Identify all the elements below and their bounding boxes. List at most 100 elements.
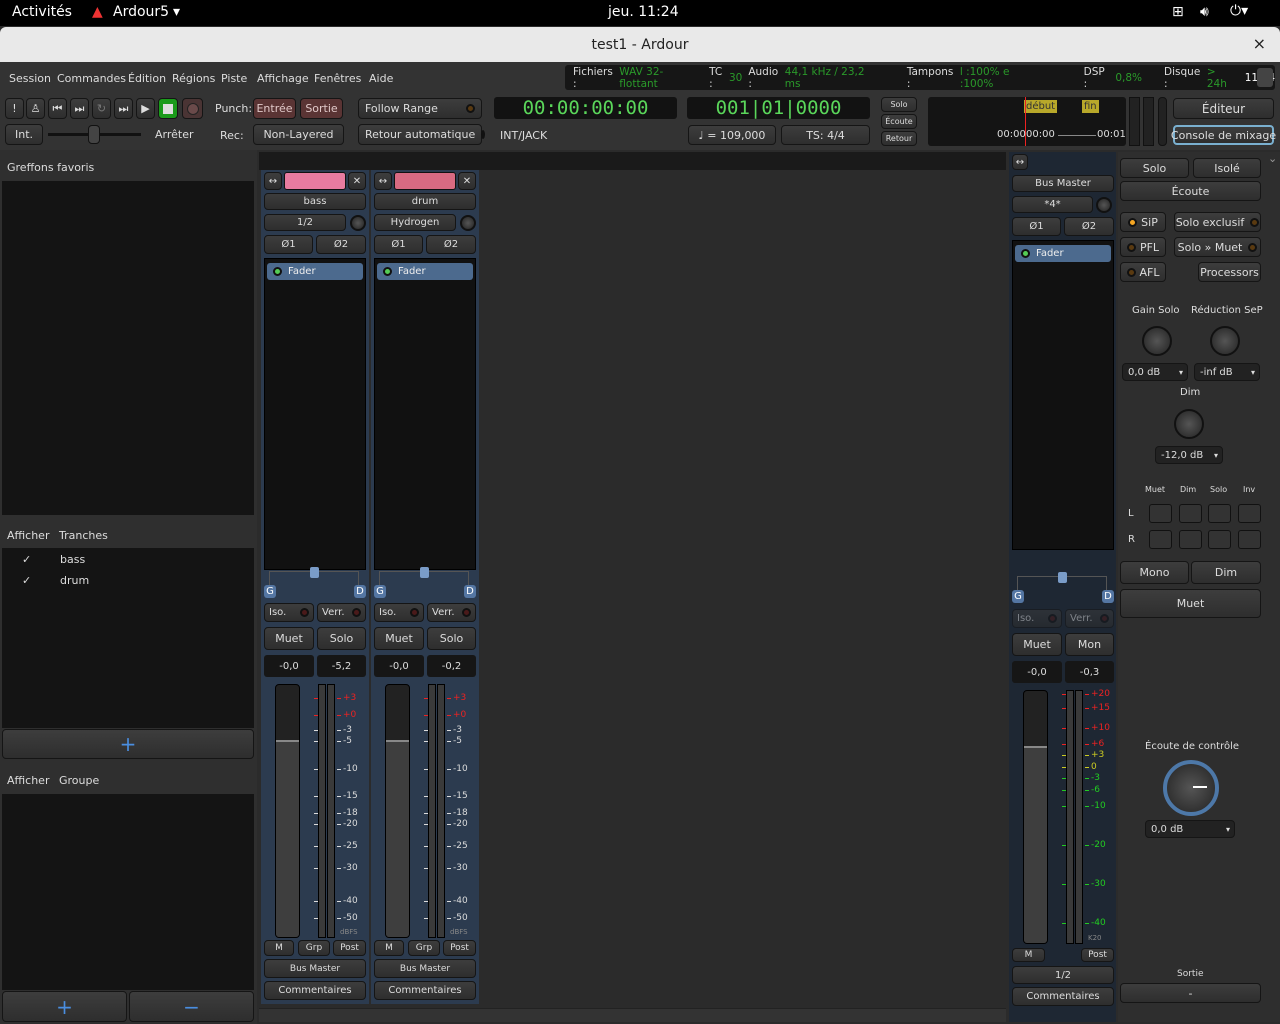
phase-invert-1[interactable]: Ø1 <box>374 235 423 254</box>
comments-button[interactable]: Commentaires <box>374 981 476 1000</box>
feedback-indicator[interactable]: Retour <box>881 131 917 146</box>
processor-fader[interactable]: Fader <box>1015 245 1111 262</box>
solo-isolate-button[interactable]: Iso. <box>264 603 314 622</box>
solo-gain-dropdown[interactable]: 0,0 dB ▾ <box>1122 363 1188 381</box>
gain-entry[interactable]: -0,0 <box>264 655 314 677</box>
dim-button[interactable]: Dim <box>1191 561 1261 584</box>
punch-in-button[interactable]: Entrée <box>253 98 296 119</box>
phase-invert-2[interactable]: Ø2 <box>1064 217 1114 236</box>
monitor-output-button[interactable]: - <box>1120 983 1261 1003</box>
strip-name-button[interactable]: bass <box>264 193 366 210</box>
right-dim-toggle[interactable] <box>1179 530 1202 549</box>
meter-point-m[interactable]: M <box>264 940 294 956</box>
editor-button[interactable]: Éditeur <box>1173 98 1274 119</box>
comments-button[interactable]: Commentaires <box>264 981 366 1000</box>
goto-end-button[interactable]: ⏭ <box>70 98 89 119</box>
metronome-icon[interactable]: ♙ <box>26 98 45 119</box>
menu-help[interactable]: Aide <box>369 72 393 85</box>
processors-button[interactable]: Processors <box>1198 262 1261 282</box>
primary-clock[interactable]: 00:00:00:00 <box>494 97 677 119</box>
auto-return-button[interactable]: Retour automatique <box>358 124 486 145</box>
menu-regions[interactable]: Régions <box>172 72 215 85</box>
isolate-button[interactable]: Isolé <box>1193 158 1261 178</box>
close-button[interactable]: × <box>1253 34 1266 53</box>
remove-group-button[interactable]: − <box>129 991 254 1022</box>
audition-button[interactable]: Écoute <box>1120 181 1261 201</box>
output-button[interactable]: Bus Master <box>264 959 366 978</box>
groups-list[interactable] <box>2 794 254 990</box>
stop-mode[interactable]: Arrêter <box>155 128 194 141</box>
add-group-button[interactable]: + <box>2 991 127 1022</box>
afl-button[interactable]: AFL <box>1120 262 1166 282</box>
trim-knob[interactable] <box>350 215 366 231</box>
left-mute-toggle[interactable] <box>1149 504 1172 523</box>
processor-box[interactable]: Fader <box>264 258 366 570</box>
horizontal-scrollbar[interactable] <box>259 1008 1006 1022</box>
phase-invert-2[interactable]: Ø2 <box>316 235 366 254</box>
processor-fader[interactable]: Fader <box>377 263 473 280</box>
solo-button[interactable]: Solo <box>317 627 366 650</box>
mute-button[interactable]: Muet <box>264 627 314 650</box>
sip-reduction-knob[interactable] <box>1210 326 1240 356</box>
dim-dropdown[interactable]: -12,0 dB ▾ <box>1155 446 1223 464</box>
phase-invert-2[interactable]: Ø2 <box>426 235 476 254</box>
mute-button[interactable]: Muet <box>1012 633 1062 656</box>
strip-visible-checkbox[interactable]: ✓ <box>22 553 31 566</box>
sip-button[interactable]: SiP <box>1120 212 1166 232</box>
solo-lock-button[interactable]: Verr. <box>1065 609 1114 628</box>
pfl-button[interactable]: PFL <box>1120 237 1166 257</box>
start-marker[interactable]: début <box>1024 100 1058 113</box>
menu-view[interactable]: Affichage <box>257 72 309 85</box>
error-log-button[interactable] <box>1257 68 1273 87</box>
menu-windows[interactable]: Fenêtres <box>314 72 361 85</box>
solo-gain-knob[interactable] <box>1142 326 1172 356</box>
solo-lock-button[interactable]: Verr. <box>427 603 476 622</box>
mini-timeline[interactable]: début fin 00:00 00:00 00:01 <box>928 97 1126 146</box>
input-button[interactable]: Hydrogen <box>374 214 456 231</box>
strip-name-button[interactable]: Bus Master <box>1012 175 1114 192</box>
shuttle-handle[interactable] <box>88 125 100 144</box>
solo-lock-button[interactable]: Verr. <box>317 603 366 622</box>
exclusive-solo-button[interactable]: Solo exclusif <box>1174 212 1261 232</box>
follow-range-button[interactable]: Follow Range <box>358 98 482 119</box>
goto-start-button[interactable]: ⏮ <box>48 98 67 119</box>
rec-mode-dropdown[interactable]: Non-Layered <box>253 124 344 145</box>
strip-list-item[interactable]: bass <box>60 553 85 566</box>
strips-list[interactable]: ✓ bass ✓ drum <box>2 548 254 728</box>
time-signature-button[interactable]: TS: 4/4 <box>781 125 870 145</box>
record-button[interactable] <box>182 98 203 119</box>
input-button[interactable]: 1/2 <box>264 214 346 231</box>
menu-session[interactable]: Session <box>9 72 51 85</box>
panner-handle[interactable] <box>1058 572 1067 583</box>
right-solo-toggle[interactable] <box>1208 530 1231 549</box>
mono-button[interactable]: Mono <box>1120 561 1189 584</box>
left-invert-toggle[interactable] <box>1238 504 1261 523</box>
monitor-button[interactable]: Mon <box>1065 633 1114 656</box>
strip-visible-checkbox[interactable]: ✓ <box>22 574 31 587</box>
monitor-mute-button[interactable]: Muet <box>1120 589 1261 618</box>
solo-isolate-button[interactable]: Iso. <box>374 603 424 622</box>
punch-out-button[interactable]: Sortie <box>300 98 343 119</box>
play-range-button[interactable]: ⏭ <box>114 98 133 119</box>
meter-point-m[interactable]: M <box>1012 948 1045 962</box>
width-toggle-button[interactable]: ↔ <box>374 172 392 190</box>
gain-entry[interactable]: -0,0 <box>1012 661 1062 683</box>
network-icon[interactable]: ⊞ <box>1172 4 1184 20</box>
hide-strip-button[interactable]: ✕ <box>348 172 366 190</box>
meter-point-post[interactable]: Post <box>1081 948 1114 962</box>
app-menu[interactable]: Ardour5 <box>113 4 169 20</box>
chevron-down-icon[interactable]: ⌄ <box>1268 152 1277 165</box>
power-icon[interactable]: ⏻▾ <box>1230 3 1248 19</box>
width-toggle-button[interactable]: ↔ <box>1012 154 1028 170</box>
solo-button[interactable]: Solo <box>427 627 476 650</box>
solo-indicator[interactable]: Solo <box>881 97 917 112</box>
strip-list-item[interactable]: drum <box>60 574 89 587</box>
strip-name-button[interactable]: drum <box>374 193 476 210</box>
strip-color-button[interactable] <box>284 172 346 190</box>
audition-indicator[interactable]: Écoute <box>881 114 917 129</box>
processor-fader[interactable]: Fader <box>267 263 363 280</box>
solo-mute-override-button[interactable]: Solo » Muet <box>1174 237 1261 257</box>
system-clock[interactable]: jeu. 11:24 <box>608 4 679 20</box>
gain-fader[interactable] <box>275 684 300 938</box>
output-button[interactable]: 1/2 <box>1012 966 1114 984</box>
